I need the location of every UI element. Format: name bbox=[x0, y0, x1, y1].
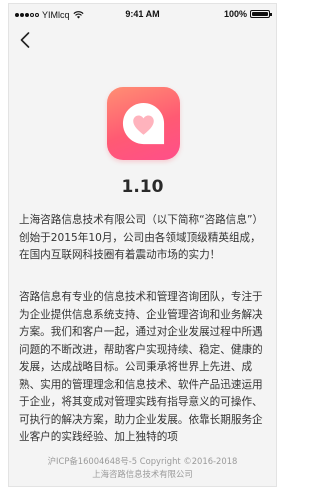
company-intro-paragraph-2: 咨路信息有专业的信息技术和管理咨询团队，专注于为企业提供信息系统支持、企业管理咨… bbox=[19, 291, 263, 443]
status-bar: YIMlcq 9:41 AM 100% bbox=[9, 4, 276, 26]
icp-copyright: 沪ICP备16004648号-5 Copyright ©2016-2018 bbox=[47, 456, 238, 466]
status-right: 100% bbox=[223, 9, 272, 19]
battery-percent: 100% bbox=[223, 9, 247, 19]
battery-icon bbox=[250, 10, 272, 18]
company-intro-paragraph-1: 上海咨路信息技术有限公司（以下简称“咨路信息”）创始于2015年10月，公司由各… bbox=[19, 214, 264, 261]
company-name-footer: 上海咨路信息技术有限公司 bbox=[92, 469, 193, 479]
chevron-left-icon bbox=[20, 32, 30, 48]
app-version: 1.10 bbox=[121, 177, 164, 197]
phone-screen: YIMlcq 9:41 AM 100% 1.10 上海咨路信息技术有限公司（以下… bbox=[8, 3, 277, 487]
heart-chat-app-icon bbox=[122, 102, 165, 145]
back-button[interactable] bbox=[15, 29, 35, 51]
app-logo bbox=[107, 87, 180, 160]
